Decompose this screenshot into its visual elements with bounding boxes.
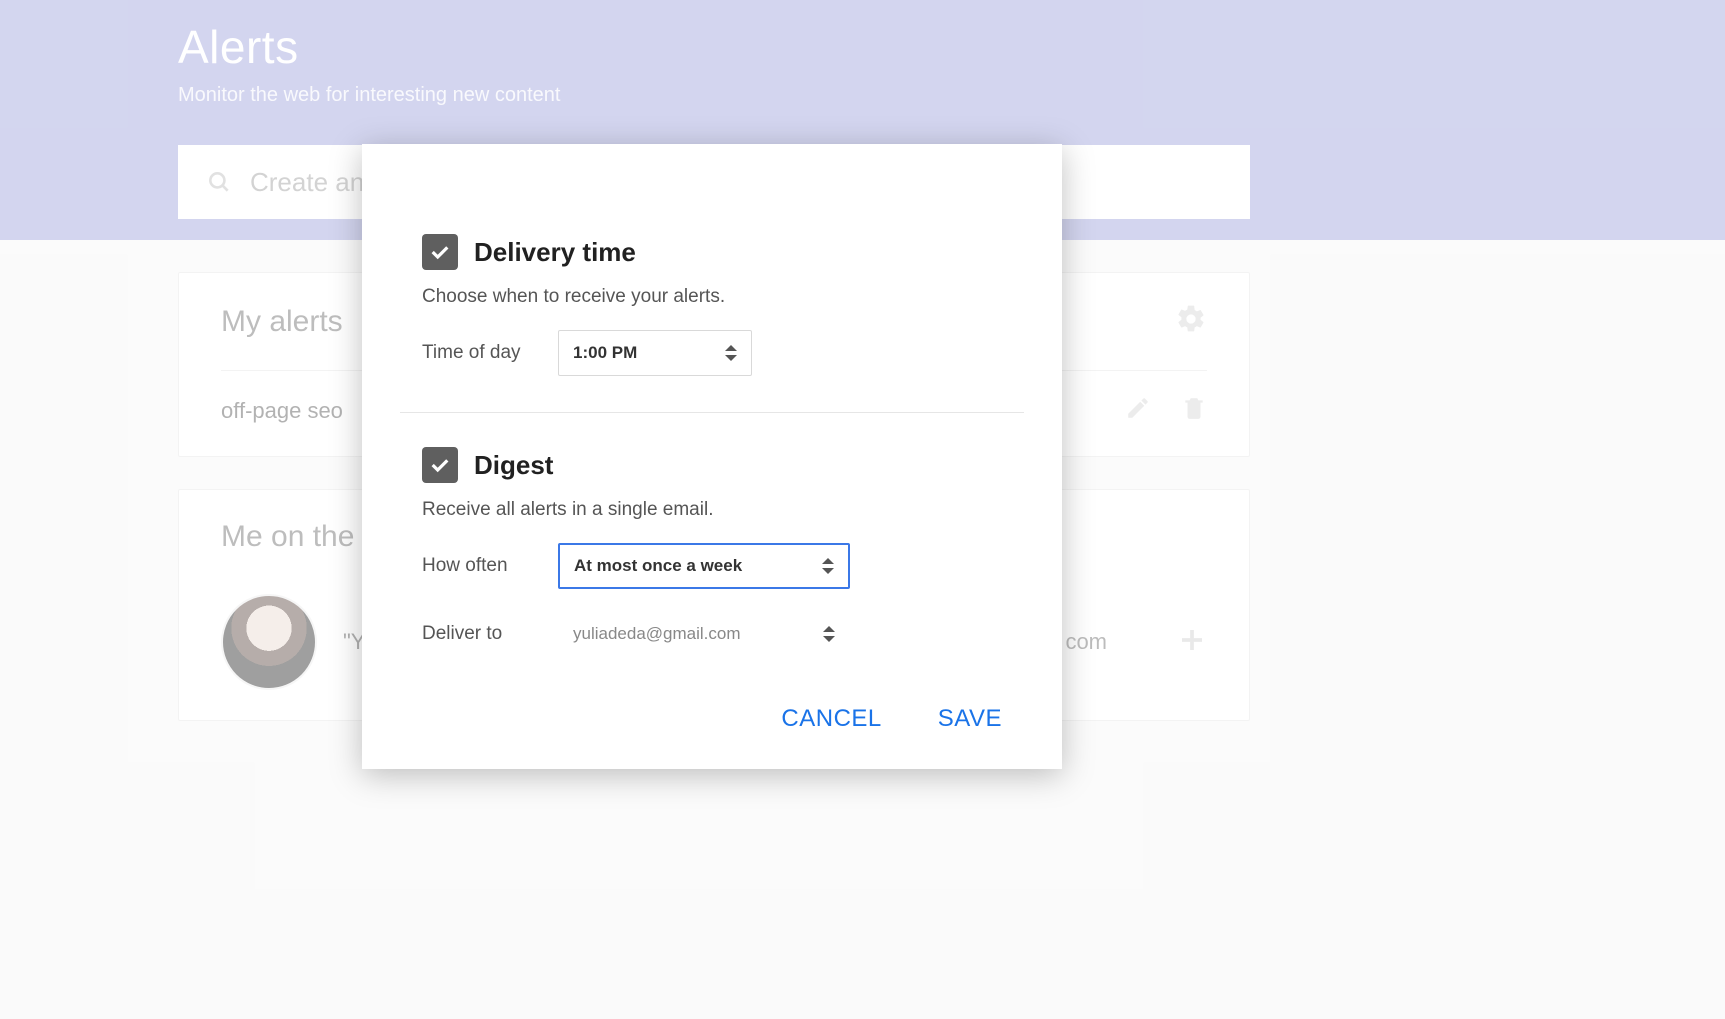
my-alerts-title: My alerts <box>221 305 343 339</box>
deliver-to-select[interactable]: yuliadeda@gmail.com <box>558 611 850 657</box>
edit-icon[interactable] <box>1125 395 1151 426</box>
search-icon <box>206 169 232 195</box>
sort-arrows-icon <box>823 626 835 642</box>
sort-arrows-icon <box>822 558 834 574</box>
how-often-value: At most once a week <box>574 556 742 576</box>
time-of-day-select[interactable]: 1:00 PM <box>558 330 752 376</box>
time-of-day-value: 1:00 PM <box>573 343 637 363</box>
delivery-time-checkbox[interactable] <box>422 234 458 270</box>
delivery-time-title: Delivery time <box>474 237 636 268</box>
plus-icon[interactable] <box>1177 625 1207 660</box>
gear-icon[interactable] <box>1175 303 1207 340</box>
alert-settings-dialog: Delivery time Choose when to receive you… <box>362 144 1062 769</box>
alert-name: off-page seo <box>221 398 343 424</box>
digest-checkbox[interactable] <box>422 447 458 483</box>
delivery-time-section: Delivery time Choose when to receive you… <box>422 234 1002 376</box>
page-subtitle: Monitor the web for interesting new cont… <box>178 84 1250 107</box>
delivery-time-description: Choose when to receive your alerts. <box>422 286 1002 308</box>
trash-icon[interactable] <box>1181 395 1207 426</box>
save-button[interactable]: SAVE <box>938 705 1002 733</box>
how-often-label: How often <box>422 555 558 577</box>
section-divider <box>400 412 1024 413</box>
digest-description: Receive all alerts in a single email. <box>422 499 1002 521</box>
avatar <box>221 594 317 690</box>
digest-title: Digest <box>474 450 553 481</box>
digest-section: Digest Receive all alerts in a single em… <box>422 447 1002 657</box>
how-often-select[interactable]: At most once a week <box>558 543 850 589</box>
me-email-suffix: com <box>1065 629 1107 655</box>
time-of-day-label: Time of day <box>422 342 558 364</box>
sort-arrows-icon <box>725 345 737 361</box>
deliver-to-value: yuliadeda@gmail.com <box>573 624 741 644</box>
deliver-to-label: Deliver to <box>422 623 558 645</box>
cancel-button[interactable]: CANCEL <box>781 705 881 733</box>
page-title: Alerts <box>178 20 1250 74</box>
